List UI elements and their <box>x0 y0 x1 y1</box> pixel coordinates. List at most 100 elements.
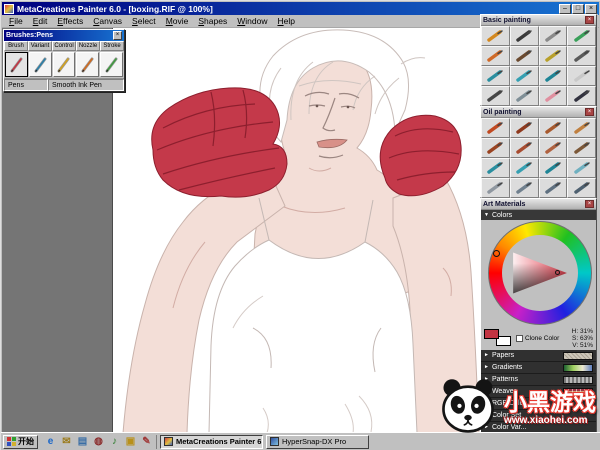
basic-painting-close-icon[interactable]: × <box>585 16 594 24</box>
bristle-brush-icon[interactable] <box>539 138 568 158</box>
charcoal-brush-icon[interactable] <box>510 46 539 66</box>
liquid-brush-brush-icon[interactable] <box>567 158 596 178</box>
water-color-brush-icon[interactable] <box>481 66 510 86</box>
oil-painting-close-icon[interactable]: × <box>585 108 594 116</box>
art-materials-title: Art Materials <box>483 201 525 208</box>
art-row-papers[interactable]: ► Papers <box>481 350 596 362</box>
menu-file[interactable]: File <box>4 16 28 26</box>
task-painter[interactable]: MetaCreations Painter 6... <box>160 435 263 449</box>
coarse-wet-brush-icon[interactable] <box>539 158 568 178</box>
gray-round-brush-icon[interactable] <box>481 178 510 198</box>
leaky-pen-icon[interactable] <box>76 52 99 77</box>
brushes-tabs: Brush Variant Control Nozzle Stroke <box>4 41 124 51</box>
fine-point-pen-icon[interactable] <box>29 52 52 77</box>
wet-oil-brush-icon[interactable] <box>510 158 539 178</box>
menu-shapes[interactable]: Shapes <box>193 16 232 26</box>
art-materials-titlebar[interactable]: Art Materials × <box>481 199 596 210</box>
flat-oil-brush-icon[interactable] <box>510 118 539 138</box>
value-value: V: 51% <box>572 342 593 349</box>
camelhair-brush-icon[interactable] <box>481 138 510 158</box>
painter-window: MetaCreations Painter 6.0 - [boxing.RIF … <box>0 0 600 450</box>
hsv-readout: H: 31% S: 63% V: 51% <box>572 328 593 349</box>
expand-icon: ▼ <box>484 213 489 218</box>
art-materials-close-icon[interactable]: × <box>585 200 594 208</box>
oil-painting-titlebar[interactable]: Oil painting × <box>481 107 596 118</box>
clone-color-checkbox[interactable] <box>516 335 523 342</box>
palette-column: Basic painting × Oil painting × Art Mate… <box>480 14 598 433</box>
color-info-row: Clone Color H: 31% S: 63% V: 51% <box>481 326 596 350</box>
brushes-palette: Brushes:Pens × Brush Variant Control Noz… <box>3 29 125 92</box>
menu-select[interactable]: Select <box>127 16 161 26</box>
gray-flat-brush-icon[interactable] <box>510 178 539 198</box>
broad-water-brush-icon[interactable] <box>510 66 539 86</box>
brushes-palette-titlebar[interactable]: Brushes:Pens × <box>4 30 124 41</box>
eraser-brush-icon[interactable] <box>539 86 568 106</box>
brushes-close-icon[interactable]: × <box>113 31 122 40</box>
pen-brush-icon[interactable] <box>510 26 539 46</box>
color-wheel[interactable] <box>481 220 596 326</box>
felt-marker-brush-icon[interactable] <box>539 26 568 46</box>
app-icon <box>4 4 14 14</box>
chalk-brush-icon[interactable] <box>481 46 510 66</box>
pencil-brush-icon[interactable] <box>481 26 510 46</box>
menu-canvas[interactable]: Canvas <box>88 16 127 26</box>
smudge-brush-icon[interactable] <box>481 86 510 106</box>
painter-icon[interactable]: ✎ <box>139 435 154 449</box>
brush-variant-select[interactable]: Smooth Ink Pen <box>48 79 124 91</box>
artwork-canvas[interactable] <box>112 28 480 433</box>
scratchboard-tool-icon[interactable] <box>5 52 28 77</box>
burn-brush-icon[interactable] <box>567 86 596 106</box>
crayon-brush-icon[interactable] <box>539 46 568 66</box>
round-camelhair-brush-icon[interactable] <box>481 118 510 138</box>
sv-marker[interactable] <box>555 270 560 275</box>
folder-icon[interactable]: ▣ <box>123 435 138 449</box>
primary-color-swatch[interactable] <box>484 329 499 339</box>
menu-edit[interactable]: Edit <box>28 16 53 26</box>
ie-icon[interactable]: e <box>43 435 58 449</box>
hue-marker[interactable] <box>493 250 500 257</box>
gray-fine-brush-icon[interactable] <box>539 178 568 198</box>
dry-media-brush-icon[interactable] <box>567 46 596 66</box>
close-icon[interactable]: × <box>585 4 597 14</box>
basic-painting-titlebar[interactable]: Basic painting × <box>481 15 596 26</box>
menu-effects[interactable]: Effects <box>52 16 88 26</box>
task-hypersnap[interactable]: HyperSnap-DX Pro <box>266 435 369 449</box>
show-desktop-icon[interactable]: ▤ <box>75 435 90 449</box>
art-row-gradients[interactable]: ► Gradients <box>481 362 596 374</box>
tab-control[interactable]: Control <box>52 41 76 51</box>
palette-knife-brush-icon[interactable] <box>567 138 596 158</box>
thick-oil-brush-icon[interactable] <box>567 118 596 138</box>
tab-stroke[interactable]: Stroke <box>100 41 124 51</box>
minimize-icon[interactable]: – <box>559 4 571 14</box>
grainy-water-brush-icon[interactable] <box>510 86 539 106</box>
color-swatches[interactable] <box>484 329 514 347</box>
media-player-icon[interactable]: ♪ <box>107 435 122 449</box>
just-add-water-brush-icon[interactable] <box>539 66 568 86</box>
tab-nozzle[interactable]: Nozzle <box>76 41 100 51</box>
colors-section-header[interactable]: ▼ Colors <box>481 210 596 220</box>
outlook-icon[interactable]: ✉ <box>59 435 74 449</box>
start-button[interactable]: 开始 <box>3 435 38 449</box>
collapsed-icon: ► <box>484 365 489 370</box>
tab-brush[interactable]: Brush <box>4 41 28 51</box>
fine-brush-brush-icon[interactable] <box>539 118 568 138</box>
image-hose-brush-icon[interactable] <box>567 26 596 46</box>
calligraphy-pen-icon[interactable] <box>53 52 76 77</box>
clone-color-control[interactable]: Clone Color <box>516 335 559 342</box>
maximize-icon[interactable]: □ <box>572 4 584 14</box>
distorto-brush-icon[interactable] <box>481 158 510 178</box>
smooth-ink-pen-icon[interactable] <box>100 52 123 77</box>
brush-category-select[interactable]: Pens <box>4 79 48 91</box>
basic-painting-title: Basic painting <box>483 17 531 24</box>
menu-help[interactable]: Help <box>272 16 299 26</box>
watermark-site-url: www.xiaohei.com <box>504 416 596 426</box>
bleach-brush-icon[interactable] <box>567 66 596 86</box>
pen-icon-row <box>4 51 124 78</box>
channels-icon[interactable]: ◍ <box>91 435 106 449</box>
collapsed-icon: ► <box>484 353 489 358</box>
menu-window[interactable]: Window <box>232 16 272 26</box>
gray-knife-brush-icon[interactable] <box>567 178 596 198</box>
tab-variant[interactable]: Variant <box>28 41 52 51</box>
menu-movie[interactable]: Movie <box>161 16 194 26</box>
sable-brush-icon[interactable] <box>510 138 539 158</box>
